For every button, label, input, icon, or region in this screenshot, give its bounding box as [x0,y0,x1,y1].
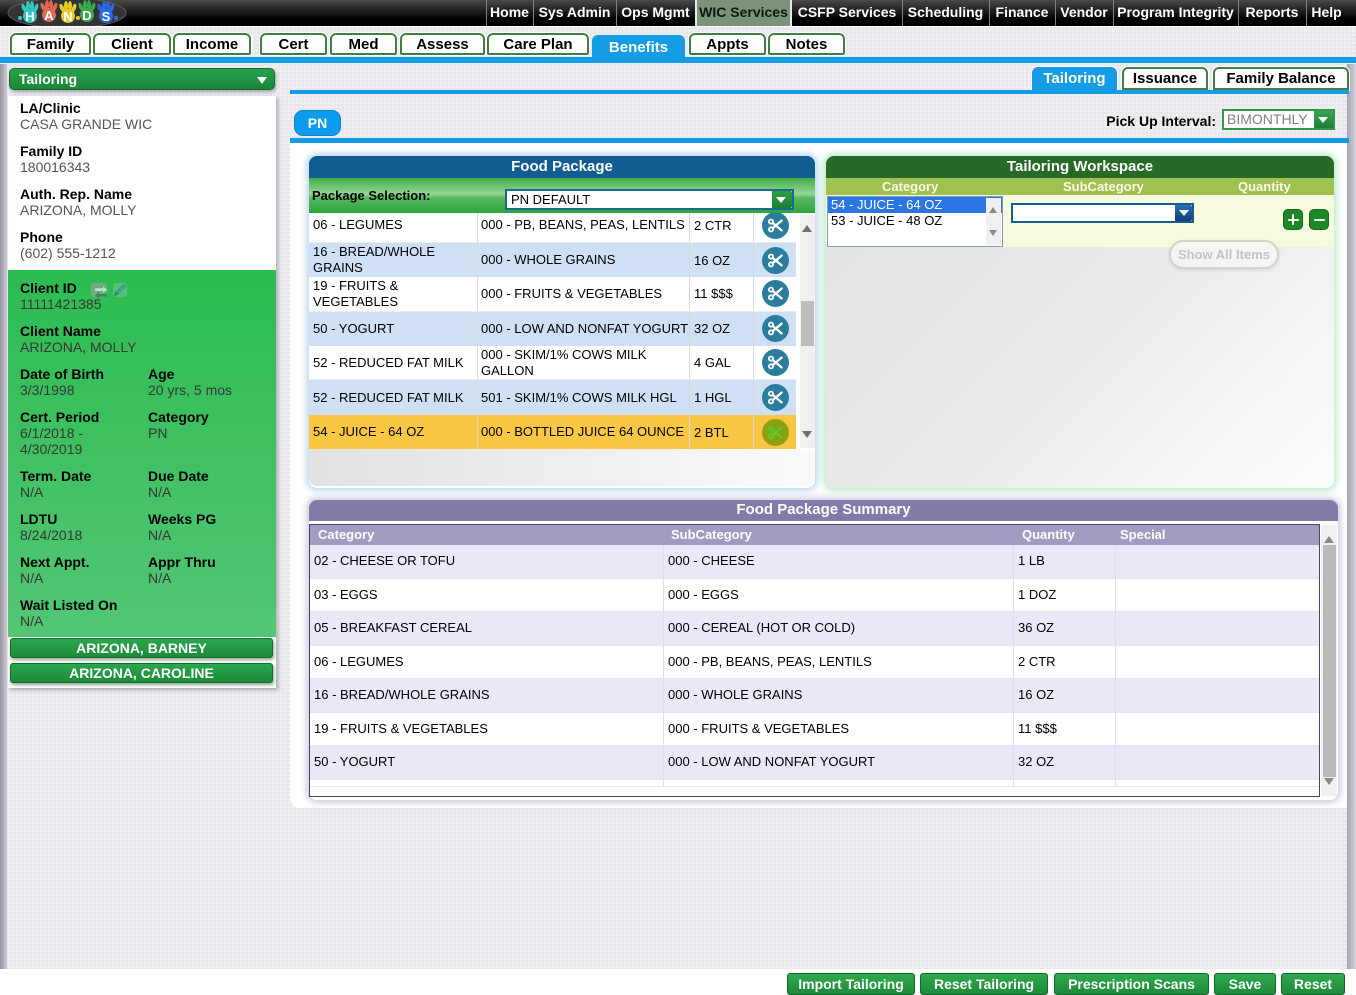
svg-text:N: N [63,9,72,24]
svg-text:H: H [25,9,34,24]
svg-text:S: S [102,9,111,24]
svg-text:A: A [44,8,54,23]
svg-text:D: D [82,8,91,23]
